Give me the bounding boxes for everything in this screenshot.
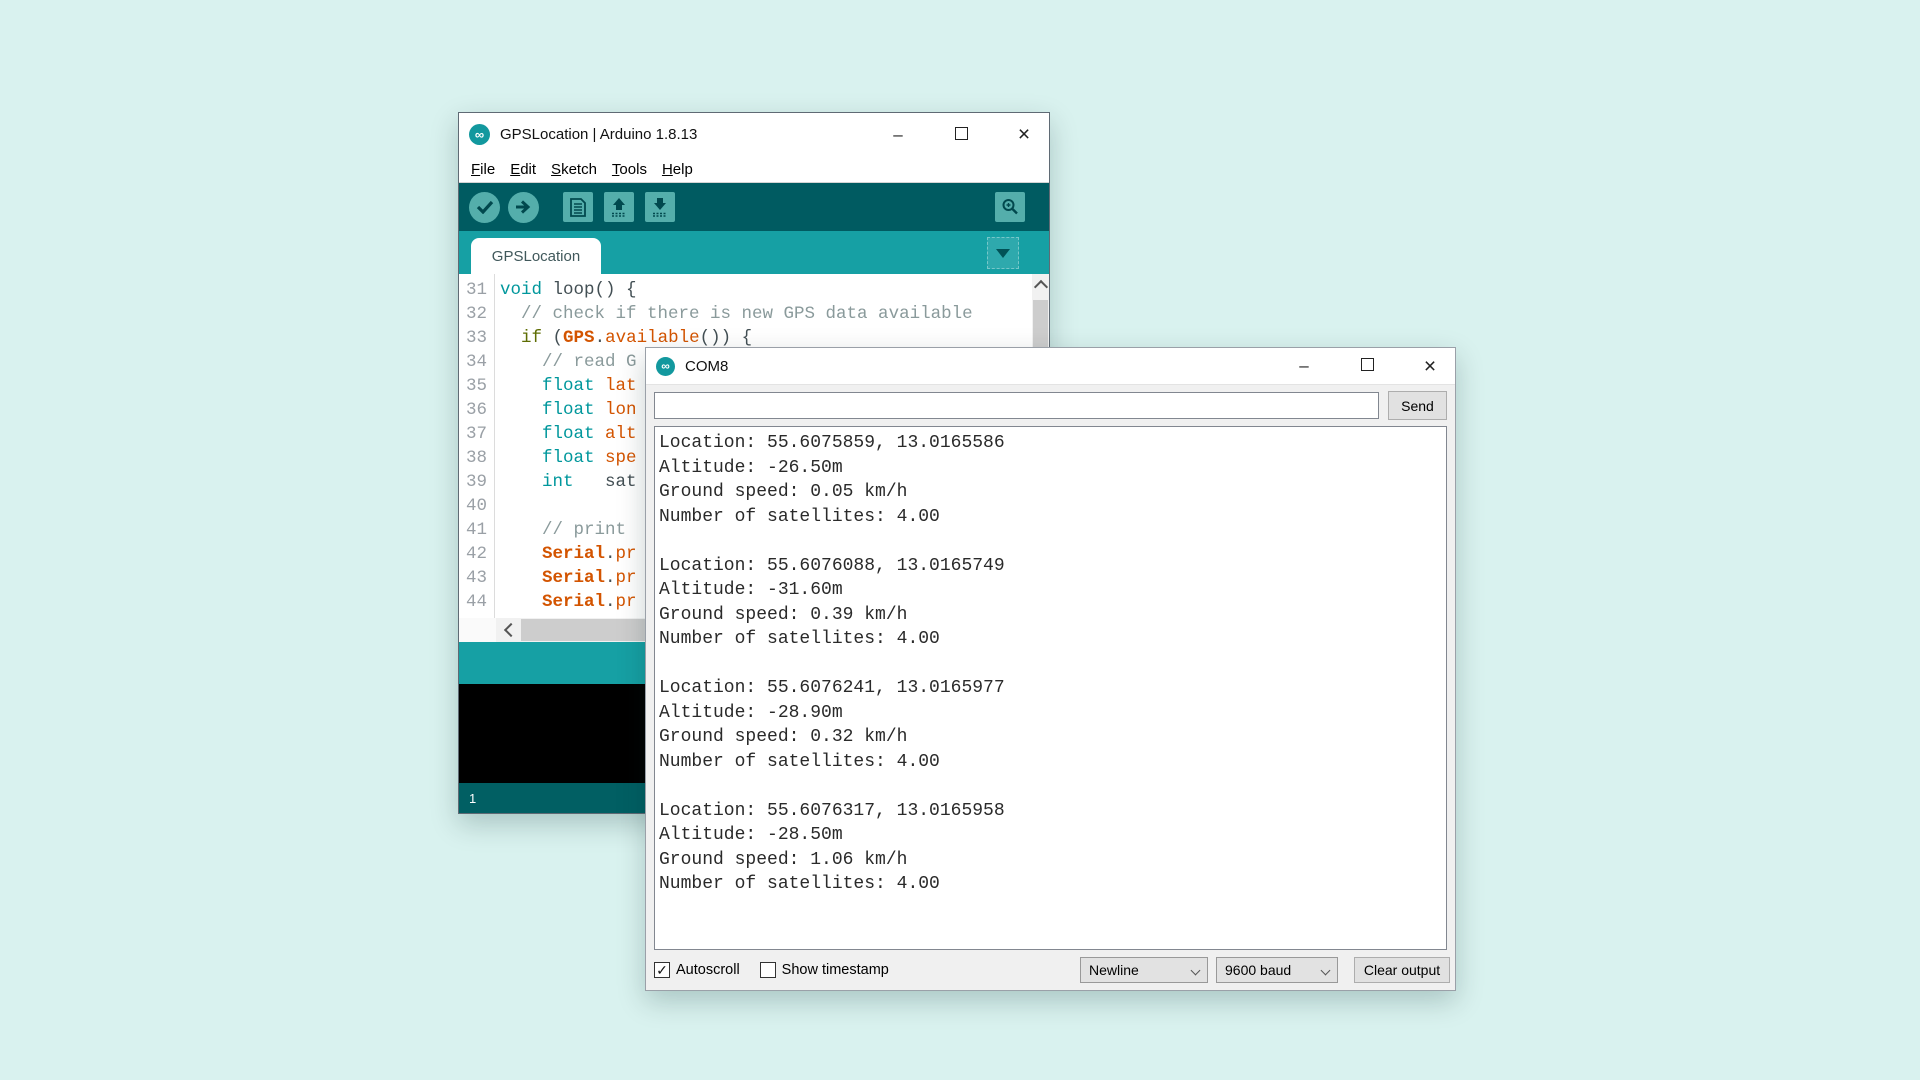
close-icon[interactable]: × bbox=[1415, 356, 1445, 377]
baud-rate-select[interactable]: 9600 baud bbox=[1216, 957, 1338, 983]
serial-input-row: Send bbox=[646, 385, 1455, 425]
save-button[interactable] bbox=[645, 192, 675, 222]
line-ending-value: Newline bbox=[1089, 962, 1139, 978]
chevron-left-icon bbox=[503, 622, 518, 638]
serial-send-input[interactable] bbox=[654, 392, 1379, 419]
send-button[interactable]: Send bbox=[1388, 391, 1447, 420]
arrow-right-icon bbox=[515, 200, 532, 214]
serial-output-text: Location: 55.6075859, 13.0165586 Altitud… bbox=[659, 433, 1005, 894]
clear-output-button[interactable]: Clear output bbox=[1354, 957, 1450, 983]
serial-window-title: COM8 bbox=[685, 357, 729, 375]
upload-button[interactable] bbox=[508, 191, 539, 223]
ide-menubar: File Edit Sketch Tools Help bbox=[459, 156, 1049, 183]
menu-help[interactable]: Help bbox=[659, 159, 696, 180]
serial-window-controls: – × bbox=[1256, 356, 1445, 377]
menu-tools[interactable]: Tools bbox=[609, 159, 650, 180]
line-ending-select[interactable]: Newline bbox=[1080, 957, 1208, 983]
ide-titlebar[interactable]: ∞ GPSLocation | Arduino 1.8.13 – × bbox=[459, 113, 1049, 156]
ide-toolbar bbox=[459, 183, 1049, 231]
autoscroll-checkbox[interactable]: ✓ bbox=[654, 962, 670, 978]
arrow-down-icon bbox=[651, 197, 669, 217]
serial-bottombar: ✓ Autoscroll Show timestamp Newline 9600… bbox=[646, 950, 1455, 990]
autoscroll-label: Autoscroll bbox=[676, 962, 740, 978]
show-timestamp-label: Show timestamp bbox=[781, 962, 889, 978]
tab-gpslocation[interactable]: GPSLocation bbox=[471, 238, 601, 274]
serial-monitor-button[interactable] bbox=[995, 192, 1025, 222]
ide-window-title: GPSLocation | Arduino 1.8.13 bbox=[500, 126, 698, 143]
tab-menu-button[interactable] bbox=[987, 237, 1019, 269]
verify-button[interactable] bbox=[469, 191, 500, 223]
chevron-down-icon bbox=[1320, 965, 1331, 975]
chevron-down-icon bbox=[996, 248, 1010, 258]
code-line-31: void loop() { bbox=[500, 280, 637, 300]
scroll-left-button[interactable] bbox=[496, 618, 521, 642]
arrow-up-icon bbox=[610, 197, 628, 217]
new-sketch-button[interactable] bbox=[563, 192, 593, 222]
cursor-line-indicator: 1 bbox=[469, 790, 477, 806]
menu-sketch[interactable]: Sketch bbox=[548, 159, 600, 180]
desktop-background: ∞ GPSLocation | Arduino 1.8.13 – × File E… bbox=[0, 0, 1920, 1080]
menu-edit[interactable]: Edit bbox=[507, 159, 539, 180]
close-icon[interactable]: × bbox=[1009, 124, 1039, 145]
scroll-up-icon[interactable] bbox=[1032, 276, 1049, 300]
minimize-icon[interactable]: – bbox=[1289, 356, 1319, 376]
baud-rate-value: 9600 baud bbox=[1225, 962, 1292, 978]
line-number-gutter: 31 32 33 34 35 36 37 38 39 40 41 42 43 44 bbox=[459, 274, 495, 618]
open-button[interactable] bbox=[604, 192, 634, 222]
code-line-32: // check if there is new GPS data availa… bbox=[500, 304, 973, 324]
document-icon bbox=[570, 197, 586, 217]
serial-monitor-window: ∞ COM8 – × Send Location: 55.6075859, 13… bbox=[645, 347, 1456, 991]
menu-file[interactable]: File bbox=[468, 159, 498, 180]
ide-window-controls: – × bbox=[850, 124, 1039, 145]
show-timestamp-checkbox[interactable] bbox=[759, 962, 776, 978]
serial-titlebar[interactable]: ∞ COM8 – × bbox=[646, 348, 1455, 385]
magnifier-icon bbox=[1000, 197, 1020, 217]
maximize-icon[interactable] bbox=[946, 125, 976, 145]
arduino-logo-icon: ∞ bbox=[656, 356, 675, 376]
serial-output-area[interactable]: Location: 55.6075859, 13.0165586 Altitud… bbox=[654, 426, 1447, 950]
minimize-icon[interactable]: – bbox=[883, 125, 913, 145]
ide-tabbar: GPSLocation bbox=[459, 231, 1049, 274]
chevron-down-icon bbox=[1190, 965, 1201, 975]
checkmark-icon bbox=[476, 200, 494, 214]
arduino-logo-icon: ∞ bbox=[469, 124, 490, 145]
maximize-icon[interactable] bbox=[1352, 356, 1382, 376]
